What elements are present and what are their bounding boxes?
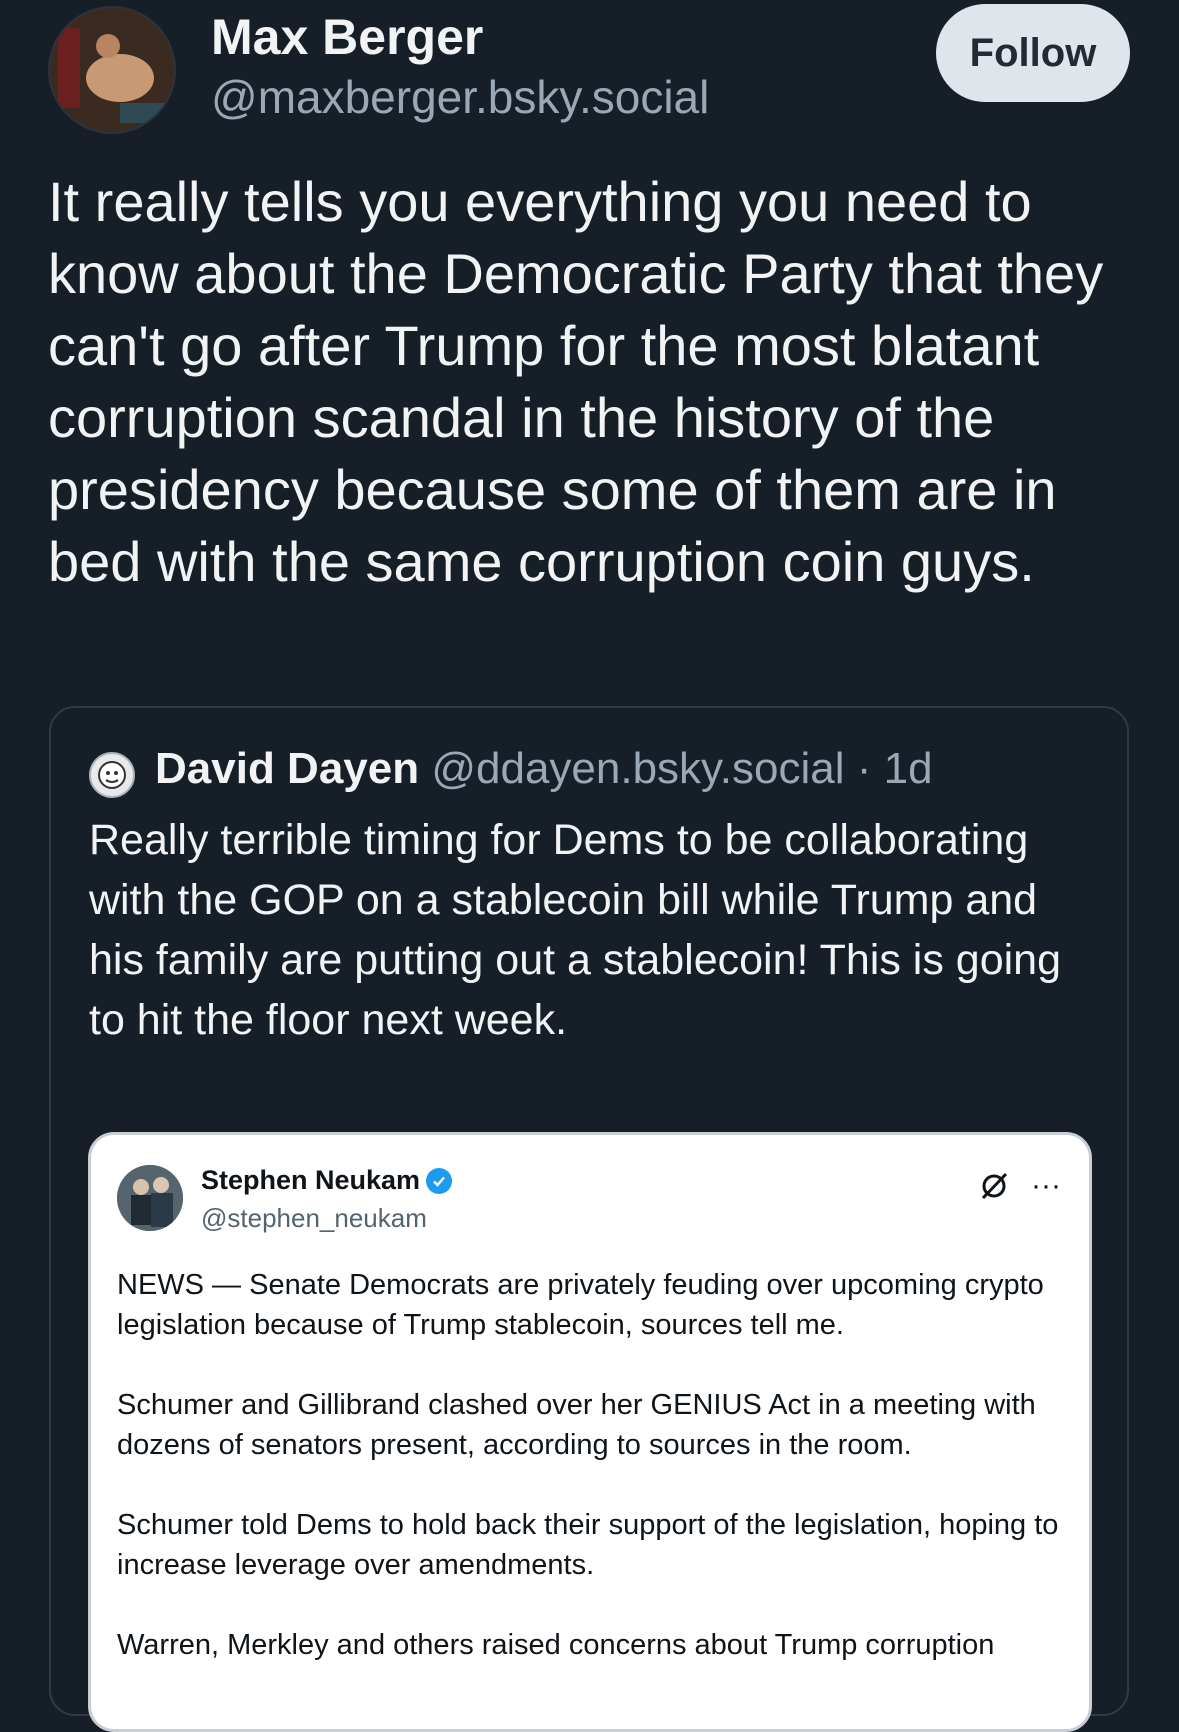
quoted-post-header: David Dayen @ddayen.bsky.social · 1d <box>155 744 933 794</box>
avatar-image-icon <box>117 1165 183 1231</box>
embedded-paragraph: Schumer and Gillibrand clashed over her … <box>117 1389 1036 1461</box>
quoted-author-name[interactable]: David Dayen <box>155 744 419 793</box>
header-separator: · <box>844 744 884 793</box>
embedded-paragraph: Warren, Merkley and others raised concer… <box>117 1629 995 1661</box>
avatar-image-icon <box>98 761 126 789</box>
post-author-handle[interactable]: @maxberger.bsky.social <box>211 70 709 124</box>
embedded-author-name: Stephen Neukam <box>201 1165 421 1195</box>
avatar-image-icon <box>50 8 174 132</box>
embedded-paragraph: Schumer told Dems to hold back their sup… <box>117 1509 1059 1581</box>
embedded-author-avatar <box>117 1165 183 1231</box>
more-icon: ··· <box>1031 1169 1061 1202</box>
post-author-name[interactable]: Max Berger <box>211 8 483 66</box>
quoted-post-card[interactable]: David Dayen @ddayen.bsky.social · 1d Rea… <box>49 706 1129 1732</box>
follow-button[interactable]: Follow <box>936 4 1130 102</box>
embedded-author-name-row: Stephen Neukam <box>201 1165 453 1196</box>
quoted-author-handle[interactable]: @ddayen.bsky.social <box>431 744 844 793</box>
grok-slash-icon <box>981 1172 1008 1200</box>
embedded-paragraph: NEWS — Senate Democrats are privately fe… <box>117 1269 1044 1341</box>
embedded-post-body: NEWS — Senate Democrats are privately fe… <box>117 1265 1067 1705</box>
embedded-header-icons: ··· <box>979 1169 1061 1203</box>
quoted-author-avatar[interactable] <box>89 752 135 798</box>
post-text: It really tells you everything you need … <box>48 170 1104 593</box>
quoted-post-time[interactable]: 1d <box>884 744 933 793</box>
quoted-post-text: Really terrible timing for Dems to be co… <box>89 816 1062 1044</box>
embedded-author-handle: @stephen_neukam <box>201 1203 427 1233</box>
embedded-screenshot[interactable]: Stephen Neukam @stephen_neukam ··· NEWS … <box>88 1132 1092 1732</box>
verified-badge-icon <box>426 1167 453 1194</box>
post-author-avatar[interactable] <box>48 6 176 134</box>
